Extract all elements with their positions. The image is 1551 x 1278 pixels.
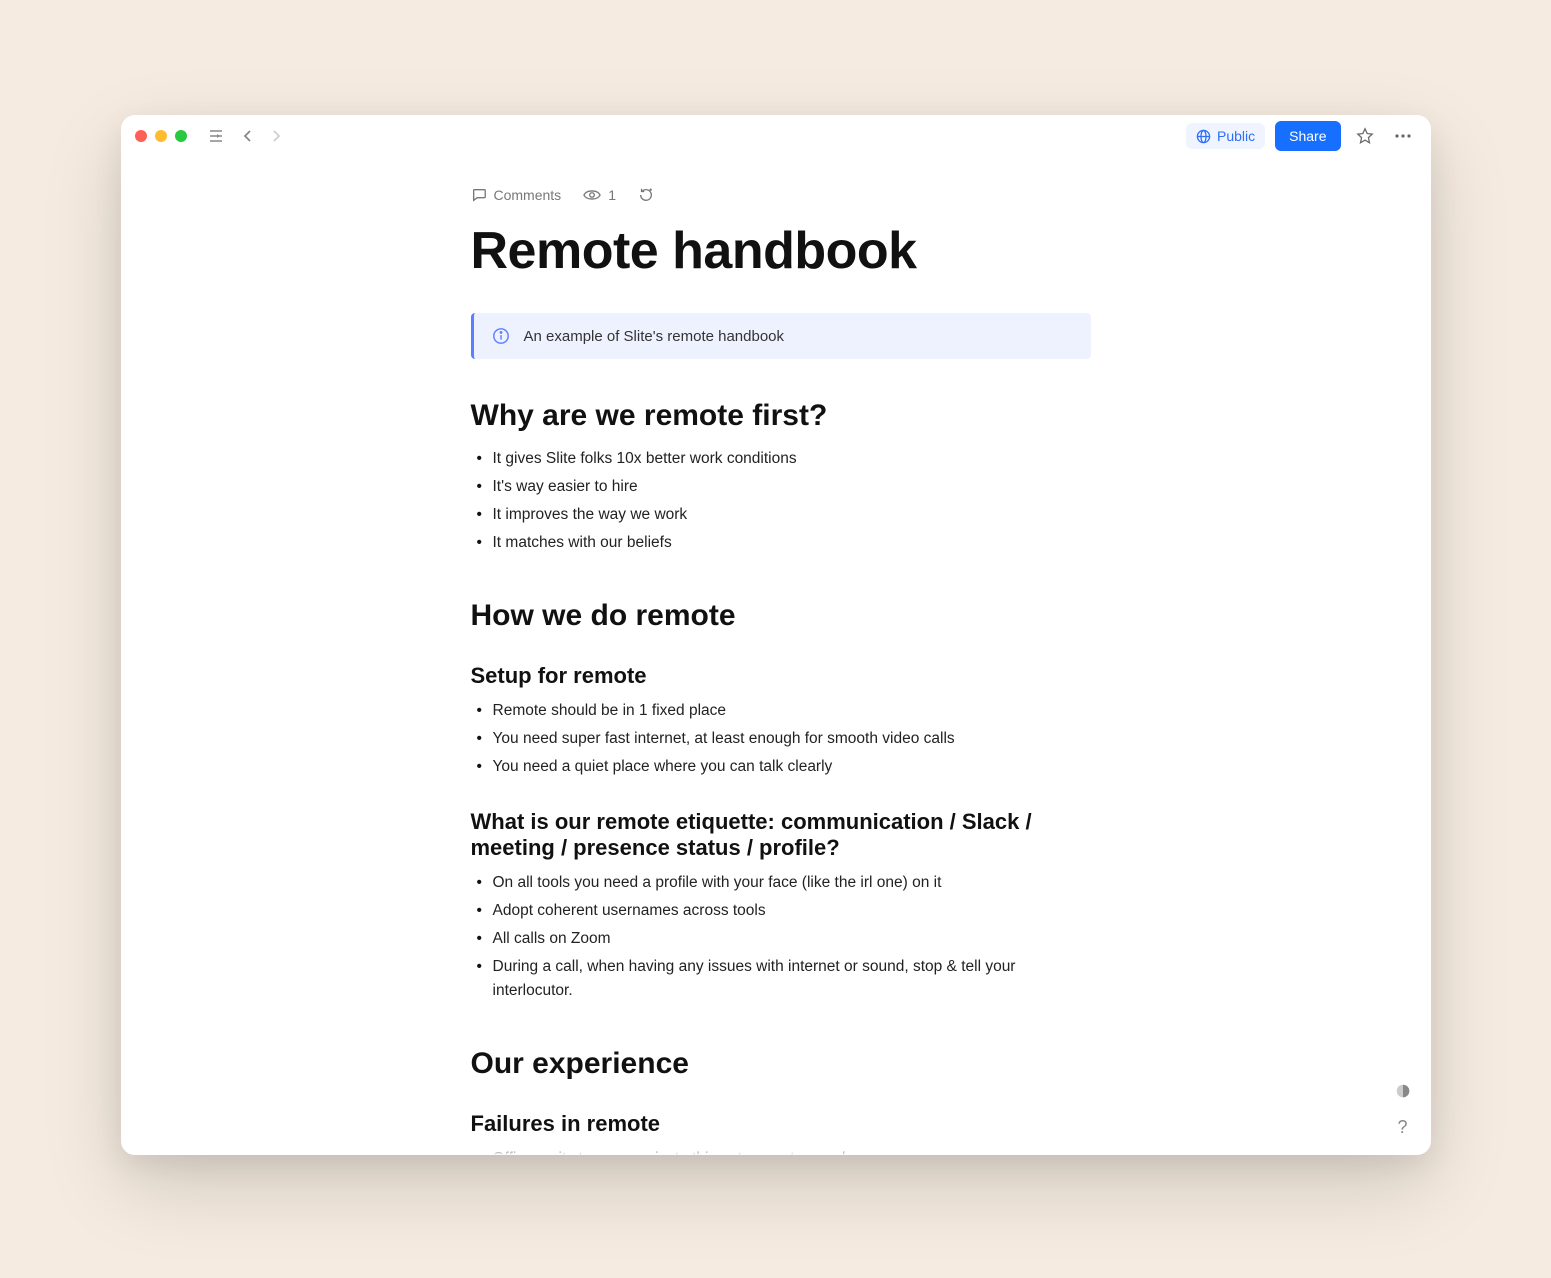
visibility-badge[interactable]: Public [1186, 123, 1265, 149]
help-button[interactable]: ? [1391, 1115, 1415, 1139]
comment-icon [471, 187, 487, 203]
bullet-list[interactable]: It gives Slite folks 10x better work con… [471, 447, 1091, 555]
section-heading[interactable]: Why are we remote first? [471, 399, 1091, 433]
theme-toggle-button[interactable] [1391, 1079, 1415, 1103]
list-item[interactable]: It's way easier to hire [493, 475, 1091, 499]
more-menu-button[interactable] [1389, 122, 1417, 150]
app-window: Public Share Co [121, 115, 1431, 1155]
titlebar: Public Share [121, 115, 1431, 157]
titlebar-left [135, 125, 285, 147]
floating-helpers: ? [1391, 1079, 1415, 1139]
bullet-list[interactable]: Remote should be in 1 fixed place You ne… [471, 699, 1091, 779]
subsection-heading[interactable]: Failures in remote [471, 1111, 1091, 1137]
maximize-window-button[interactable] [175, 130, 187, 142]
sidebar-toggle-button[interactable] [205, 125, 229, 147]
views-count: 1 [608, 187, 616, 203]
globe-icon [1196, 129, 1211, 144]
document-viewport: Comments 1 [121, 157, 1431, 1155]
subsection-heading[interactable]: Setup for remote [471, 663, 1091, 689]
doc-meta-row: Comments 1 [471, 187, 1091, 203]
list-item[interactable]: It improves the way we work [493, 503, 1091, 527]
document-title[interactable]: Remote handbook [471, 221, 1091, 281]
document-content: Comments 1 [471, 157, 1091, 1155]
share-button[interactable]: Share [1275, 121, 1340, 151]
star-button[interactable] [1351, 122, 1379, 150]
list-item[interactable]: Adopt coherent usernames across tools [493, 899, 1091, 923]
list-item[interactable]: It matches with our beliefs [493, 531, 1091, 555]
nav-back-button[interactable] [239, 125, 257, 147]
close-window-button[interactable] [135, 130, 147, 142]
titlebar-right: Public Share [1186, 121, 1417, 151]
visibility-label: Public [1217, 128, 1255, 144]
list-item[interactable]: It gives Slite folks 10x better work con… [493, 447, 1091, 471]
comments-button[interactable]: Comments [471, 187, 562, 203]
updates-button[interactable] [638, 187, 654, 203]
traffic-lights [135, 130, 187, 142]
views-indicator[interactable]: 1 [583, 187, 616, 203]
list-item[interactable]: During a call, when having any issues wi… [493, 955, 1091, 1003]
section-heading[interactable]: Our experience [471, 1047, 1091, 1081]
eye-icon [583, 188, 601, 202]
section-heading[interactable]: How we do remote [471, 599, 1091, 633]
list-item[interactable]: All calls on Zoom [493, 927, 1091, 951]
list-item[interactable]: You need super fast internet, at least e… [493, 727, 1091, 751]
list-item[interactable]: You need a quiet place where you can tal… [493, 755, 1091, 779]
comments-label: Comments [494, 187, 562, 203]
info-callout[interactable]: An example of Slite's remote handbook [471, 313, 1091, 359]
fade-overlay [121, 1147, 1431, 1155]
list-item[interactable]: On all tools you need a profile with you… [493, 871, 1091, 895]
bullet-list[interactable]: On all tools you need a profile with you… [471, 871, 1091, 1003]
refresh-icon [638, 187, 654, 203]
nav-controls [205, 125, 285, 147]
subsection-heading[interactable]: What is our remote etiquette: communicat… [471, 809, 1091, 861]
list-item[interactable]: Remote should be in 1 fixed place [493, 699, 1091, 723]
callout-text: An example of Slite's remote handbook [524, 328, 785, 345]
info-icon [492, 327, 510, 345]
nav-forward-button[interactable] [267, 125, 285, 147]
minimize-window-button[interactable] [155, 130, 167, 142]
